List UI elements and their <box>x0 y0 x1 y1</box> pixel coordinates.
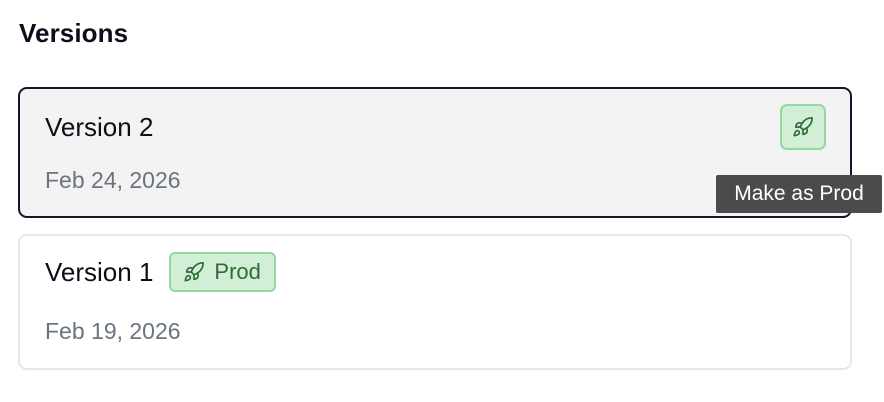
version-card-1[interactable]: Version 1 Prod Feb 19, 2026 <box>18 234 852 370</box>
rocket-icon <box>792 116 814 138</box>
version-date: Feb 24, 2026 <box>45 167 181 193</box>
version-title-row: Version 1 Prod <box>45 252 276 292</box>
version-title-row: Version 2 <box>45 109 153 145</box>
version-title: Version 2 <box>45 112 154 142</box>
make-prod-tooltip: Make as Prod <box>716 175 882 213</box>
versions-panel: Versions Version 2 Feb 24, 2026 Make as … <box>0 0 884 402</box>
make-prod-button[interactable] <box>780 104 826 150</box>
prod-badge: Prod <box>169 252 276 292</box>
prod-badge-label: Prod <box>214 259 261 284</box>
section-title: Versions <box>19 18 129 48</box>
version-title: Version 1 <box>45 257 154 287</box>
rocket-icon <box>183 261 205 283</box>
version-date: Feb 19, 2026 <box>45 318 181 344</box>
